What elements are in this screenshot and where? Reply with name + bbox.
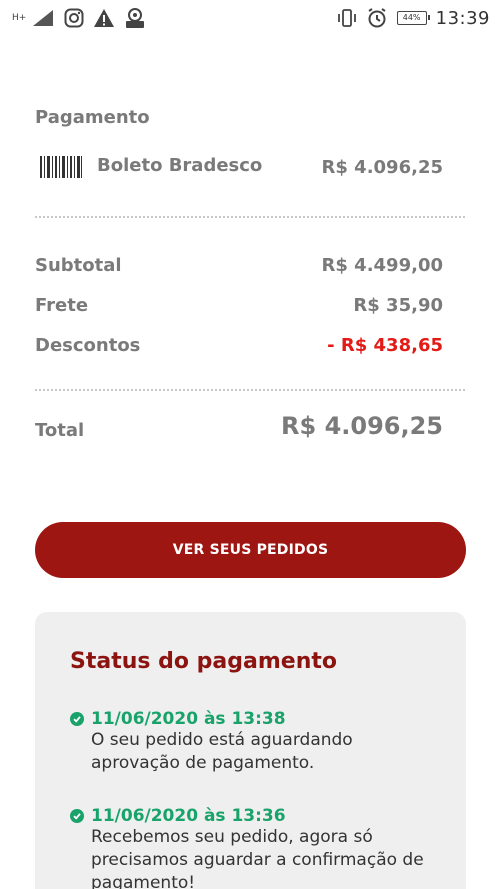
check-circle-icon [70,712,84,726]
instagram-icon [64,8,84,28]
vibrate-icon [337,9,356,27]
status-entry: 11/06/2020 às 13:38 O seu pedido está ag… [70,709,440,775]
subtotal-value: R$ 4.499,00 [321,255,443,276]
status-bar-right: 44% 13:39 [337,7,490,29]
status-bar-left: H+ [12,7,146,29]
alarm-icon [368,8,386,28]
status-entry-text: Recebemos seu pedido, agora só precisamo… [91,827,424,889]
barcode-icon [40,156,82,178]
total-label: Total [35,420,85,441]
status-entry-datetime: 11/06/2020 às 13:38 [91,709,286,729]
status-entry-datetime: 11/06/2020 às 13:36 [91,806,286,826]
divider [35,389,465,391]
descontos-value: - R$ 438,65 [327,335,443,356]
frete-label: Frete [35,295,89,316]
status-entry-header: 11/06/2020 às 13:38 [70,709,440,729]
status-bar: H+ 44% 13:39 [0,0,500,36]
battery-level: 44% [402,13,421,22]
check-circle-icon [70,809,84,823]
battery-icon: 44% [396,11,430,25]
network-type-label: H+ [12,12,27,23]
payment-section-label: Pagamento [35,107,150,128]
descontos-label: Descontos [35,335,141,356]
status-entry-text: O seu pedido está aguardando aprovação d… [91,730,353,773]
divider [35,216,465,218]
signal-icon [33,10,53,26]
frete-value: R$ 35,90 [353,295,443,316]
payment-status-card: Status do pagamento 11/06/2020 às 13:38 … [35,612,466,889]
payment-method-name: Boleto Bradesco [97,155,263,176]
payment-amount: R$ 4.096,25 [321,157,443,178]
status-entry: 11/06/2020 às 13:36 Recebemos seu pedido… [70,806,440,889]
status-title: Status do pagamento [70,649,337,674]
clock: 13:39 [435,7,490,29]
warning-icon [94,9,114,27]
app-notification-icon [126,8,144,28]
ver-seus-pedidos-button[interactable]: VER SEUS PEDIDOS [35,522,466,578]
status-entry-header: 11/06/2020 às 13:36 [70,806,440,826]
total-value: R$ 4.096,25 [281,412,443,440]
subtotal-label: Subtotal [35,255,122,276]
